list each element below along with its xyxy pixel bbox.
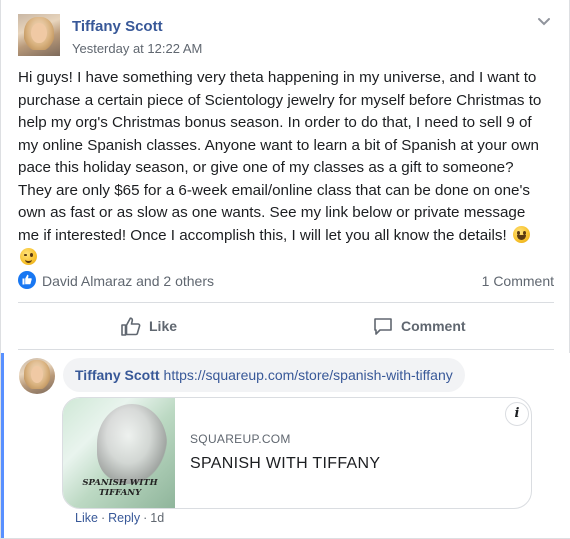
comment-age[interactable]: 1d (150, 511, 164, 525)
comment-bubble-icon (374, 317, 392, 335)
comment-link[interactable]: https://squareup.com/store/spanish-with-… (164, 367, 453, 383)
post-timestamp[interactable]: Yesterday at 12:22 AM (72, 41, 202, 56)
grinning-face-icon (512, 225, 530, 243)
post-card: Tiffany Scott Yesterday at 12:22 AM Hi g… (0, 0, 570, 539)
like-reaction-icon[interactable] (18, 271, 36, 289)
divider (18, 349, 554, 350)
thumbs-up-icon (121, 316, 141, 336)
reactions-row: David Almaraz and 2 others 1 Comment (18, 270, 554, 292)
separator: · (100, 511, 106, 525)
author-avatar[interactable] (18, 14, 60, 56)
chevron-down-icon[interactable] (537, 14, 551, 28)
link-preview-domain: SQUAREUP.COM (190, 432, 291, 446)
thumbnail-portrait (97, 404, 167, 484)
thumbnail-text: SPANISH WITH TIFFANY (82, 478, 158, 498)
like-button[interactable]: Like (121, 313, 177, 339)
post-text: Hi guys! I have something very theta hap… (18, 69, 542, 244)
comment-bubble: Tiffany Scott https://squareup.com/store… (63, 358, 465, 392)
post-body: Hi guys! I have something very theta hap… (18, 67, 548, 270)
link-preview-thumbnail[interactable]: SPANISH WITH TIFFANY (63, 398, 175, 508)
info-icon[interactable]: i (505, 402, 529, 426)
comments-count[interactable]: 1 Comment (482, 273, 554, 289)
comment-button-label: Comment (401, 318, 466, 334)
separator: · (143, 511, 148, 525)
comment-actions: Like · Reply · 1d (75, 511, 164, 525)
like-button-label: Like (149, 318, 178, 334)
winking-face-icon (20, 248, 37, 265)
link-preview-card[interactable]: SPANISH WITH TIFFANY SQUAREUP.COM SPANIS… (62, 397, 532, 509)
post-author-name[interactable]: Tiffany Scott (72, 18, 163, 35)
comment-author-name[interactable]: Tiffany Scott (75, 367, 160, 383)
comment-section: Tiffany Scott https://squareup.com/store… (1, 353, 570, 538)
avatar-face (31, 23, 47, 44)
link-preview-title[interactable]: SPANISH WITH TIFFANY (190, 455, 380, 473)
comment-button[interactable]: Comment (373, 313, 466, 339)
commenter-avatar[interactable] (19, 358, 55, 394)
comment-reply-link[interactable]: Reply (108, 511, 140, 525)
reactors-summary[interactable]: David Almaraz and 2 others (42, 273, 214, 289)
comment-like-link[interactable]: Like (75, 511, 98, 525)
divider (18, 302, 554, 303)
